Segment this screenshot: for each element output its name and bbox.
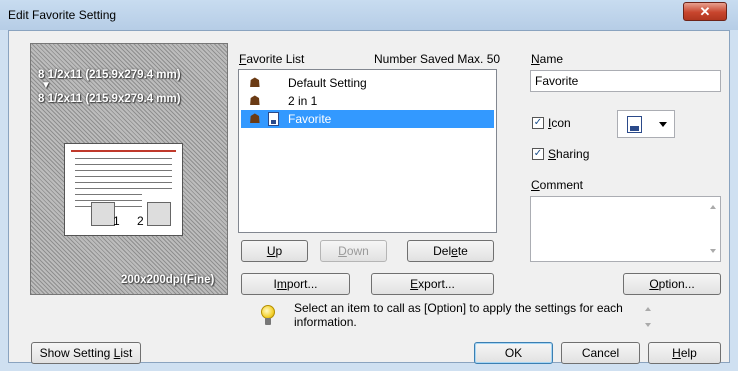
scroll-down-icon[interactable] xyxy=(645,323,651,327)
comment-textarea[interactable] xyxy=(530,196,721,262)
name-input[interactable] xyxy=(530,70,721,92)
import-button[interactable]: Import... xyxy=(241,273,350,295)
document-icon xyxy=(268,112,279,126)
export-button[interactable]: Export... xyxy=(371,273,494,295)
cancel-button[interactable]: Cancel xyxy=(561,342,640,364)
favorite-list-label: Favorite List xyxy=(239,52,305,66)
list-item-selected[interactable]: ☗ Favorite xyxy=(241,110,494,128)
delete-button[interactable]: Delete xyxy=(407,240,494,262)
lightbulb-icon xyxy=(261,305,275,319)
favorite-listbox[interactable]: ☗ Default Setting ☗ 2 in 1 ☗ Favorite xyxy=(238,69,497,233)
page-thumb-2 xyxy=(147,202,171,226)
list-item[interactable]: ☗ Default Setting xyxy=(241,74,494,92)
scroll-up-icon[interactable] xyxy=(645,307,651,311)
info-scrollbar[interactable] xyxy=(643,305,653,329)
chevron-down-icon xyxy=(659,122,667,127)
icon-dropdown[interactable] xyxy=(617,110,675,138)
person-icon: ☗ xyxy=(249,93,261,108)
icon-checkbox[interactable]: ✓ xyxy=(532,117,544,129)
icon-label: Icon xyxy=(548,116,571,130)
document-icon xyxy=(627,116,642,133)
comment-label: Comment xyxy=(531,178,584,192)
close-icon: ✕ xyxy=(699,4,711,19)
close-button[interactable]: ✕ xyxy=(683,2,727,21)
help-button[interactable]: Help xyxy=(648,342,721,364)
page-number-1: 1 xyxy=(113,214,120,228)
window-title: Edit Favorite Setting xyxy=(8,8,117,22)
page-number-2: 2 xyxy=(137,214,144,228)
person-icon: ☗ xyxy=(249,75,261,90)
scroll-up-icon[interactable] xyxy=(710,205,716,209)
number-saved-max-label: Number Saved Max. 50 xyxy=(374,52,501,66)
preview-resolution: 200x200dpi(Fine) xyxy=(121,274,215,286)
sharing-label: Sharing xyxy=(548,147,590,161)
paper-preview-icon: 1 2 xyxy=(64,143,183,236)
preview-paper-size-output: 8 1/2x11 (215.9x279.4 mm) xyxy=(38,93,181,105)
list-item[interactable]: ☗ 2 in 1 xyxy=(241,92,494,110)
option-button[interactable]: Option... xyxy=(623,273,721,295)
preview-arrow-icon: ▼ xyxy=(41,80,51,91)
show-setting-list-button[interactable]: Show Setting List xyxy=(31,342,141,364)
ok-button[interactable]: OK xyxy=(474,342,553,364)
person-icon: ☗ xyxy=(249,111,261,126)
up-button[interactable]: Up xyxy=(241,240,308,262)
down-button[interactable]: Down xyxy=(320,240,387,262)
lightbulb-base xyxy=(265,318,271,325)
scroll-down-icon[interactable] xyxy=(710,249,716,253)
name-label: Name xyxy=(531,52,564,66)
page-thumb-1 xyxy=(91,202,115,226)
info-text: Select an item to call as [Option] to ap… xyxy=(294,301,623,329)
sharing-checkbox[interactable]: ✓ xyxy=(532,148,544,160)
preview-paper-size-original: 8 1/2x11 (215.9x279.4 mm) xyxy=(38,69,181,81)
